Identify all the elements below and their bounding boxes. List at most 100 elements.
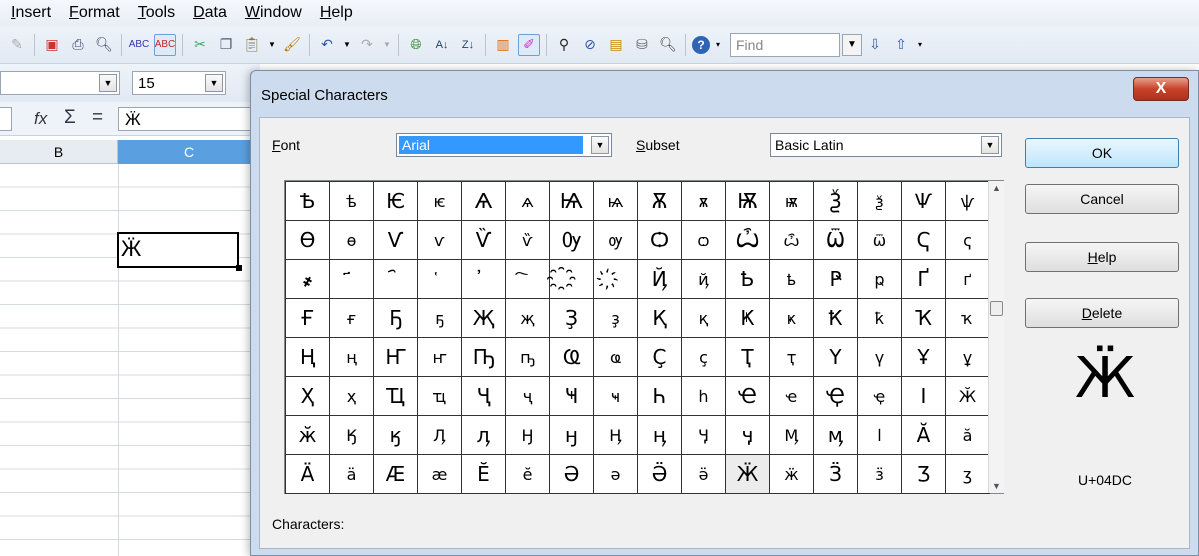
character-cell[interactable]: Ғ <box>285 298 330 338</box>
character-cell[interactable]: Ѧ <box>461 181 506 221</box>
edit-file-icon[interactable]: ✎ <box>6 34 28 56</box>
character-cell[interactable]: ѥ <box>417 181 462 221</box>
function-icon[interactable]: = <box>92 107 103 129</box>
character-cell[interactable]: Ҧ <box>461 337 506 377</box>
help-button[interactable]: Help <box>1025 242 1179 272</box>
gallery-icon[interactable]: ▤ <box>605 34 627 56</box>
character-cell[interactable]: ӎ <box>813 415 858 455</box>
export-pdf-icon[interactable]: ▣ <box>41 34 63 56</box>
character-cell[interactable]: ҄ <box>373 259 418 299</box>
character-cell[interactable]: ѷ <box>505 220 550 260</box>
name-box[interactable] <box>0 107 12 131</box>
toolbar-options-icon[interactable]: ▾ <box>916 34 924 56</box>
navigator-icon[interactable]: ⊘ <box>579 34 601 56</box>
character-cell[interactable]: ѩ <box>593 181 638 221</box>
character-cell[interactable]: ӌ <box>725 415 770 455</box>
character-cell[interactable]: Ѵ <box>373 220 418 260</box>
character-cell[interactable]: ҆ <box>461 259 506 299</box>
character-cell[interactable]: ӂ <box>285 415 330 455</box>
chevron-down-icon[interactable]: ▼ <box>342 34 352 56</box>
character-cell[interactable]: Ҭ <box>725 337 770 377</box>
column-header-c[interactable]: C <box>118 140 260 164</box>
character-cell[interactable]: Ӎ <box>769 415 814 455</box>
character-cell[interactable]: Ҵ <box>373 376 418 416</box>
character-cell[interactable]: Ӊ <box>593 415 638 455</box>
character-cell[interactable]: Ҕ <box>373 298 418 338</box>
character-cell[interactable]: ғ <box>329 298 374 338</box>
character-cell[interactable]: ӗ <box>505 454 550 494</box>
character-cell[interactable]: ӈ <box>549 415 594 455</box>
character-cell[interactable]: Ӡ <box>901 454 946 494</box>
character-cell[interactable]: Ә <box>549 454 594 494</box>
find-input[interactable]: Find <box>730 32 840 57</box>
character-cell[interactable]: ҋ <box>681 259 726 299</box>
find-previous-icon[interactable]: ⇧ <box>890 34 912 56</box>
character-cell[interactable]: Ӗ <box>461 454 506 494</box>
character-cell[interactable]: ҃ <box>329 259 374 299</box>
scroll-up-icon[interactable]: ▲ <box>992 183 1001 193</box>
character-cell[interactable]: ҂ <box>285 259 330 299</box>
character-scrollbar[interactable]: ▲ ▼ <box>988 181 1004 493</box>
character-cell[interactable]: ӄ <box>373 415 418 455</box>
character-cell[interactable]: ѹ <box>593 220 638 260</box>
character-cell[interactable]: ҝ <box>769 298 814 338</box>
dialog-titlebar[interactable]: Special Characters X <box>251 71 1198 117</box>
character-cell[interactable]: ҏ <box>857 259 902 299</box>
character-cell[interactable]: Ұ <box>901 337 946 377</box>
character-cell[interactable]: ҁ <box>945 220 990 260</box>
character-cell[interactable]: Һ <box>637 376 682 416</box>
character-cell[interactable]: ҕ <box>417 298 462 338</box>
menu-tools[interactable]: Tools <box>129 4 184 22</box>
character-cell[interactable]: Ҥ <box>373 337 418 377</box>
page-preview-icon[interactable]: 🔍︎ <box>93 34 115 56</box>
character-cell[interactable]: Ѹ <box>549 220 594 260</box>
character-cell[interactable]: Ҁ <box>901 220 946 260</box>
paste-icon[interactable]: 📋︎ <box>241 34 263 56</box>
character-cell[interactable]: ү <box>857 337 902 377</box>
character-cell[interactable]: ҟ <box>857 298 902 338</box>
chevron-down-icon[interactable]: ▼ <box>981 136 999 154</box>
character-cell[interactable]: ҍ <box>769 259 814 299</box>
character-cell[interactable]: ӝ <box>769 454 814 494</box>
character-cell[interactable]: ӊ <box>637 415 682 455</box>
ok-button[interactable]: OK <box>1025 138 1179 168</box>
character-cell[interactable]: Ӄ <box>329 415 374 455</box>
find-replace-icon[interactable]: ⚲ <box>553 34 575 56</box>
character-cell[interactable]: ӏ <box>857 415 902 455</box>
character-cell[interactable]: Ґ <box>901 259 946 299</box>
character-cell[interactable]: Ү <box>813 337 858 377</box>
character-cell[interactable]: ӕ <box>417 454 462 494</box>
chevron-down-icon[interactable]: ▼ <box>382 34 392 56</box>
character-cell[interactable]: Ӌ <box>681 415 726 455</box>
scroll-down-icon[interactable]: ▼ <box>992 481 1001 491</box>
character-cell[interactable]: ѻ <box>681 220 726 260</box>
character-cell[interactable]: ѭ <box>769 181 814 221</box>
copy-icon[interactable]: ❐ <box>215 34 237 56</box>
formula-input[interactable]: Ӝ <box>118 107 260 131</box>
sheet-grid[interactable] <box>0 164 260 556</box>
character-cell[interactable]: ѵ <box>417 220 462 260</box>
character-cell[interactable]: ӛ <box>681 454 726 494</box>
character-cell[interactable]: Ҡ <box>901 298 946 338</box>
spellcheck-icon[interactable]: ABC <box>128 34 150 56</box>
scroll-thumb[interactable] <box>990 301 1003 316</box>
character-cell[interactable]: ґ <box>945 259 990 299</box>
menu-insert[interactable]: Insert <box>2 4 60 22</box>
character-cell[interactable]: ѱ <box>945 181 990 221</box>
character-cell[interactable]: ѽ <box>769 220 814 260</box>
character-cell[interactable]: ҡ <box>945 298 990 338</box>
character-cell[interactable]: Ҍ <box>725 259 770 299</box>
character-cell[interactable]: ѣ <box>329 181 374 221</box>
character-cell[interactable]: Ѳ <box>285 220 330 260</box>
font-combo[interactable]: Arial ▼ <box>396 133 612 157</box>
character-cell[interactable]: ӑ <box>945 415 990 455</box>
character-cell[interactable]: ѧ <box>505 181 550 221</box>
character-cell[interactable]: Ѽ <box>725 220 770 260</box>
menu-window[interactable]: Window <box>236 4 311 22</box>
character-cell[interactable]: ҷ <box>505 376 550 416</box>
character-cell[interactable]: ӡ <box>945 454 990 494</box>
character-cell[interactable]: Ӓ <box>285 454 330 494</box>
cancel-button[interactable]: Cancel <box>1025 184 1179 214</box>
character-cell[interactable]: ѳ <box>329 220 374 260</box>
find-next-icon[interactable]: ⇩ <box>864 34 886 56</box>
